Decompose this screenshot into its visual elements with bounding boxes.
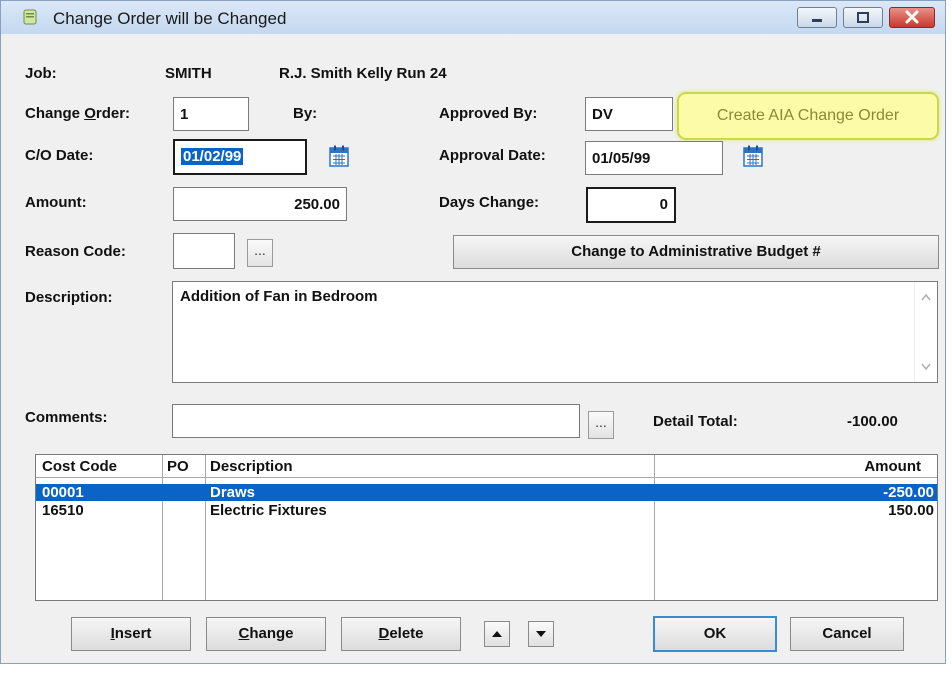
job-name: R.J. Smith Kelly Run 24	[279, 65, 447, 82]
reason-code-input[interactable]	[173, 233, 235, 269]
reason-code-label: Reason Code:	[25, 243, 126, 260]
grid-header-cost-code[interactable]: Cost Code	[42, 458, 117, 475]
minimize-button[interactable]	[797, 7, 837, 28]
approved-by-label: Approved By:	[439, 105, 538, 122]
ok-button[interactable]: OK	[653, 616, 777, 652]
maximize-icon	[857, 12, 869, 23]
cost-code-cell: 16510	[42, 502, 84, 519]
window-title: Change Order will be Changed	[53, 9, 287, 28]
amount-cell: 150.00	[888, 502, 934, 519]
maximize-button[interactable]	[843, 7, 883, 28]
arrow-down-icon	[536, 631, 546, 637]
description-textarea[interactable]: Addition of Fan in Bedroom	[172, 281, 938, 383]
approval-date-input[interactable]: 01/05/99	[585, 141, 723, 175]
description-label: Description:	[25, 289, 113, 306]
description-scrollbar[interactable]	[914, 282, 937, 382]
calendar-icon[interactable]	[743, 145, 763, 167]
comments-lookup-button[interactable]: ...	[588, 411, 614, 439]
table-row[interactable]: 00001 Draws -250.00	[36, 484, 937, 501]
cost-code-cell: 00001	[42, 484, 84, 501]
days-change-label: Days Change:	[439, 194, 540, 211]
job-code: SMITH	[165, 65, 212, 82]
delete-button[interactable]: Delete	[341, 617, 461, 651]
description-cell: Draws	[210, 484, 256, 501]
cost-detail-grid[interactable]: Cost Code PO Description Amount 00001 Dr…	[35, 454, 938, 601]
create-aia-change-order-button[interactable]: Create AIA Change Order	[677, 92, 939, 140]
amount-input[interactable]: 250.00	[173, 187, 347, 221]
change-order-label: Change Order:	[25, 105, 130, 122]
comments-label: Comments:	[25, 409, 108, 426]
grid-header-description[interactable]: Description	[210, 458, 293, 475]
table-row[interactable]: 16510 Electric Fixtures 150.00	[36, 502, 937, 519]
grid-header-amount[interactable]: Amount	[864, 458, 921, 475]
close-icon	[905, 10, 919, 24]
co-date-selected-text: 01/02/99	[181, 148, 244, 165]
days-change-input[interactable]: 0	[586, 187, 676, 223]
change-to-administrative-budget-button[interactable]: Change to Administrative Budget #	[453, 235, 939, 269]
scroll-arrows-icon	[921, 293, 931, 371]
close-button[interactable]	[889, 7, 935, 28]
delete-button-key: D	[378, 625, 390, 642]
minimize-icon	[812, 19, 822, 22]
approval-date-label: Approval Date:	[439, 147, 546, 164]
approved-by-input[interactable]: DV	[585, 97, 673, 131]
change-order-label-pre: Change	[25, 105, 85, 122]
change-order-dialog: Change Order will be Changed Job: SMITH …	[0, 0, 946, 664]
job-label: Job:	[25, 65, 57, 82]
change-button-rest: hange	[249, 625, 294, 642]
co-date-label: C/O Date:	[25, 147, 94, 164]
move-down-button[interactable]	[528, 621, 554, 647]
insert-button-rest: nsert	[114, 625, 152, 642]
document-icon	[23, 9, 37, 25]
change-order-label-post: rder:	[95, 105, 131, 122]
amount-cell: -250.00	[883, 484, 934, 501]
detail-total-label: Detail Total:	[653, 413, 738, 430]
change-button[interactable]: Change	[206, 617, 326, 651]
detail-total-value: -100.00	[847, 413, 898, 430]
title-bar[interactable]: Change Order will be Changed	[1, 1, 945, 34]
by-label: By:	[293, 105, 318, 122]
amount-label: Amount:	[25, 194, 87, 211]
change-button-key: C	[238, 625, 250, 642]
reason-code-lookup-button[interactable]: ...	[247, 239, 273, 267]
arrow-up-icon	[492, 631, 502, 637]
co-date-input[interactable]: 01/02/99	[173, 139, 307, 175]
description-text: Addition of Fan in Bedroom	[180, 288, 378, 305]
grid-header-po[interactable]: PO	[167, 458, 189, 475]
cancel-button[interactable]: Cancel	[790, 617, 904, 651]
delete-button-rest: elete	[389, 625, 424, 642]
description-cell: Electric Fixtures	[210, 502, 327, 519]
insert-button[interactable]: Insert	[71, 617, 191, 651]
comments-input[interactable]	[172, 404, 580, 438]
change-order-label-key: O	[84, 105, 96, 122]
move-up-button[interactable]	[484, 621, 510, 647]
change-order-input[interactable]: 1	[173, 97, 249, 131]
grid-header: Cost Code PO Description Amount	[36, 455, 937, 478]
calendar-icon[interactable]	[329, 145, 349, 167]
